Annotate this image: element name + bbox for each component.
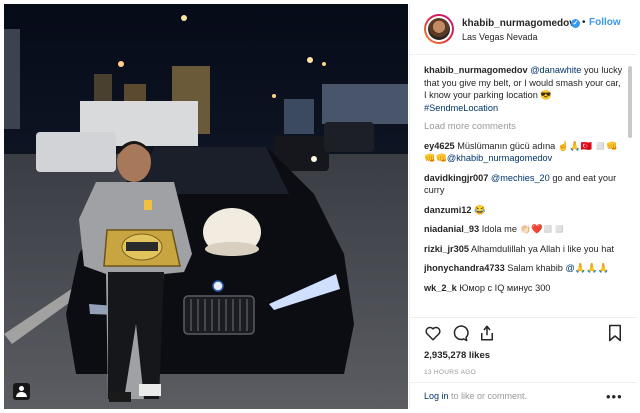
comment-text-end: 🙏🙏🙏 xyxy=(574,263,610,273)
comment-username[interactable]: davidkingjr007 xyxy=(424,173,488,183)
caption-username[interactable]: khabib_nurmagomedov xyxy=(424,65,528,75)
comment-item: niadanial_93 Idola me 👏🏻❤️◻️◻️ xyxy=(424,223,624,236)
comment-item: rizki_jr305 Alhamdulillah ya Allah i lik… xyxy=(424,243,624,256)
comment-mention[interactable]: @mechies_20 xyxy=(491,173,550,183)
comment-item: danzumi12 😂 xyxy=(424,204,624,217)
comment-username[interactable]: wk_2_k xyxy=(424,283,457,293)
bookmark-icon[interactable] xyxy=(606,324,624,342)
comment-username[interactable]: danzumi12 xyxy=(424,205,471,215)
post-side-panel: khabib_nurmagomedov ✓ • Follow Las Vegas… xyxy=(409,4,637,409)
comment-text: Idola me 👏🏻❤️◻️◻️ xyxy=(479,224,566,234)
verified-badge-icon: ✓ xyxy=(571,19,580,28)
post-header: khabib_nurmagomedov ✓ • Follow Las Vegas… xyxy=(410,4,637,55)
comment-username[interactable]: niadanial_93 xyxy=(424,224,479,234)
post-timestamp[interactable]: 13 HOURS AGO xyxy=(424,369,476,376)
heart-icon[interactable] xyxy=(424,324,442,342)
comments-scrollbar[interactable] xyxy=(628,66,632,138)
comment-mention[interactable]: @khabib_nurmagomedov xyxy=(447,153,552,163)
instagram-post-embed: khabib_nurmagomedov ✓ • Follow Las Vegas… xyxy=(0,0,640,413)
follow-button[interactable]: Follow xyxy=(589,17,621,28)
load-more-comments-button[interactable]: Load more comments xyxy=(424,121,624,134)
comment-text: 😂 xyxy=(471,204,486,215)
comments-list: khabib_nurmagomedov @danawhite you lucky… xyxy=(424,64,624,317)
comment-username[interactable]: jhonychandra4733 xyxy=(424,263,505,273)
comment-text: Alhamdulillah ya Allah i like you hat xyxy=(468,243,614,254)
post-photo xyxy=(4,4,408,409)
post-actions: 2,935,278 likes 13 HOURS AGO Log in to l… xyxy=(410,317,637,408)
comment-username[interactable]: rizki_jr305 xyxy=(424,244,469,254)
comment-item: davidkingjr007 @mechies_20 go and eat yo… xyxy=(424,172,624,197)
comment-mention[interactable]: @ xyxy=(565,263,574,273)
login-bar: Log in to like or comment. ••• xyxy=(410,382,637,409)
tagged-user-icon[interactable] xyxy=(13,383,30,400)
login-prompt: Log in to like or comment. xyxy=(424,391,527,401)
more-options-icon[interactable]: ••• xyxy=(606,389,623,404)
caption-hashtag[interactable]: #SendmeLocation xyxy=(424,103,498,113)
comment-item: wk_2_k Юмор с IQ минус 300 xyxy=(424,282,624,295)
login-prompt-text: to like or comment. xyxy=(448,391,528,401)
likes-count[interactable]: 2,935,278 likes xyxy=(424,350,490,361)
comment-text: Salam khabib xyxy=(504,263,566,273)
comment-item: ey4625 Müslümanın gücü adına ☝️🙏🇹🇷 ◻️👊👊👊… xyxy=(424,140,624,165)
avatar[interactable] xyxy=(424,14,454,44)
comment-item: jhonychandra4733 Salam khabib @🙏🙏🙏 xyxy=(424,262,624,275)
login-link[interactable]: Log in xyxy=(424,391,449,401)
caption-mention[interactable]: @danawhite xyxy=(530,65,581,75)
caption: khabib_nurmagomedov @danawhite you lucky… xyxy=(424,64,624,114)
share-icon[interactable] xyxy=(478,324,496,342)
post-username[interactable]: khabib_nurmagomedov xyxy=(462,18,575,29)
comment-text: Юмор с IQ минус 300 xyxy=(456,282,551,293)
comment-username[interactable]: ey4625 xyxy=(424,141,455,151)
separator-dot: • xyxy=(582,17,586,28)
post-location[interactable]: Las Vegas Nevada xyxy=(462,32,538,42)
comment-icon[interactable] xyxy=(451,324,469,342)
